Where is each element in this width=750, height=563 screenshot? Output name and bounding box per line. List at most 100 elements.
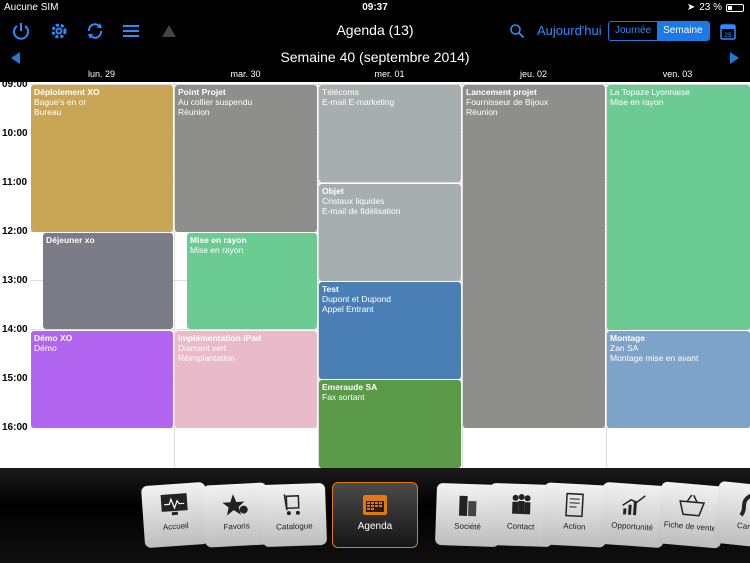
event-detail: Dupont et Dupond xyxy=(322,294,391,304)
dock-item-label: Agenda xyxy=(357,521,393,532)
week-calendar-grid: 09:00 10:00 11:00 12:00 13:00 14:00 15:0… xyxy=(0,82,750,468)
monitor-icon xyxy=(158,491,190,519)
event-title: Objet xyxy=(322,186,344,196)
event-detail: Cristaux liquides xyxy=(322,196,385,206)
calendar-event[interactable]: Emeraude SA Fax sortant xyxy=(319,380,461,468)
event-detail: Réimplantation xyxy=(178,353,235,363)
event-title: Déploiement XO xyxy=(34,87,100,97)
hour-label: 13:00 xyxy=(2,275,28,286)
bottom-dock: Accueil Favoris Catalogue Agenda Société… xyxy=(0,468,750,563)
event-detail: Fournisseur de Bijoux xyxy=(466,97,549,107)
battery-label: 23 % xyxy=(699,2,722,13)
today-button[interactable]: Aujourd'hui xyxy=(537,23,602,38)
hour-label: 11:00 xyxy=(2,177,28,188)
calendar-event[interactable]: La Topaze Lyonnaise Mise en rayon xyxy=(607,85,750,330)
star-icon xyxy=(220,491,251,519)
day-label: mar. 30 xyxy=(230,69,261,79)
event-title: Mise en rayon xyxy=(190,235,247,245)
day-label: jeu. 02 xyxy=(519,69,548,79)
event-detail: E-mail E-marketing xyxy=(322,97,395,107)
event-title: Lancement projet xyxy=(466,87,537,97)
calendar-event[interactable]: Montage Zan SA Montage mise en avant xyxy=(607,331,750,428)
day-label: mer. 01 xyxy=(374,69,405,79)
dock-item-favoris[interactable]: Favoris xyxy=(202,482,270,548)
event-title: Test xyxy=(322,284,339,294)
cart-icon xyxy=(278,491,309,518)
people-icon xyxy=(506,491,537,518)
event-detail: Démo xyxy=(34,343,57,353)
status-bar: Aucune SIM 09:37 ➤ 23 % xyxy=(0,0,750,16)
dock-item-label: Fiche de vente xyxy=(663,519,717,534)
calendar-day-number: 25 xyxy=(724,32,732,39)
event-detail: Bague's en or xyxy=(34,97,87,107)
document-icon xyxy=(560,491,591,519)
dock-item-carte[interactable]: Carte xyxy=(712,480,750,550)
event-detail: Fax sortant xyxy=(322,392,365,402)
calendar-event[interactable]: Implémentation iPad Diamant vert Réimplant… xyxy=(175,331,317,428)
location-icon: ➤ xyxy=(686,2,696,13)
dock-item-agenda[interactable]: Agenda xyxy=(332,482,418,548)
calendar-event[interactable]: Lancement projet Fournisseur de Bijoux Réu… xyxy=(463,85,605,428)
day-label: lun. 29 xyxy=(87,69,116,79)
event-detail: Bureau xyxy=(34,107,62,117)
calendar-event[interactable]: Objet Cristaux liquides E-mail de fidélisa… xyxy=(319,184,461,281)
hour-label: 10:00 xyxy=(2,128,28,139)
dock-item-accueil[interactable]: Accueil xyxy=(140,481,210,549)
hour-label: 09:00 xyxy=(2,82,28,90)
dock-item-label: Catalogue xyxy=(276,521,313,532)
calendar-event[interactable]: Mise en rayon Mise en rayon xyxy=(187,233,317,329)
calendar-icon[interactable]: 25 xyxy=(717,20,739,42)
event-title: Déjeuner xo xyxy=(46,235,95,245)
event-detail: Réunion xyxy=(178,107,210,117)
event-title: La Topaze Lyonnaise xyxy=(610,87,690,97)
calendar-event[interactable]: Test Dupont et Dupond Appel Entrant xyxy=(319,282,461,379)
event-title: Montage xyxy=(610,333,645,343)
next-week-arrow-icon[interactable] xyxy=(730,52,739,64)
tab-week[interactable]: Semaine xyxy=(657,22,709,40)
calendar-event[interactable]: Déjeuner xo xyxy=(43,233,173,329)
event-title: Implémentation iPad xyxy=(178,333,262,343)
building-icon xyxy=(453,491,484,518)
event-detail: Réunion xyxy=(466,107,498,117)
hour-label: 16:00 xyxy=(2,422,28,433)
event-title: Démo XO xyxy=(34,333,73,343)
hour-label: 12:00 xyxy=(2,226,28,237)
event-title: Emeraude SA xyxy=(322,382,378,392)
event-detail: Appel Entrant xyxy=(322,304,374,314)
clock: 09:37 xyxy=(362,2,388,13)
dock-item-label: Carte xyxy=(736,520,750,532)
dock-item-label: Action xyxy=(563,521,586,532)
calendar-event[interactable]: Déploiement XO Bague's en or Bureau xyxy=(31,85,173,232)
road-icon xyxy=(733,491,750,520)
hour-label: 14:00 xyxy=(2,324,28,335)
event-detail: Montage mise en avant xyxy=(610,353,699,363)
day-header-row: lun. 29 mar. 30 mer. 01 jeu. 02 ven. 03 xyxy=(0,68,750,82)
event-detail: E-mail de fidélisation xyxy=(322,206,401,216)
event-detail: Mise en rayon xyxy=(190,245,244,255)
chart-icon xyxy=(618,491,650,519)
hour-label: 15:00 xyxy=(2,373,28,384)
calendar-event[interactable]: Démo XO Démo xyxy=(31,331,173,428)
tab-day[interactable]: Journée xyxy=(609,22,657,40)
dock-item-label: Favoris xyxy=(223,521,250,532)
toolbar: Agenda (13) Aujourd'hui Journée Semaine … xyxy=(0,16,750,46)
calendar-event[interactable]: Télécoms E-mail E-marketing xyxy=(319,85,461,182)
view-switcher: Journée Semaine xyxy=(608,21,710,41)
search-icon[interactable] xyxy=(506,20,528,42)
day-label: ven. 03 xyxy=(662,69,693,79)
calendar-event[interactable]: Point Projet Au collier suspendu Réunion xyxy=(175,85,317,232)
event-detail: Mise en rayon xyxy=(610,97,664,107)
dock-item-label: Opportunité xyxy=(611,520,654,533)
calendar-icon xyxy=(360,491,390,517)
event-detail: Zan SA xyxy=(610,343,639,353)
dock-item-label: Accueil xyxy=(162,521,189,532)
event-detail: Diamant vert xyxy=(178,343,227,353)
status-right: ➤ 23 % xyxy=(687,2,744,13)
week-title: Semaine 40 (septembre 2014) xyxy=(280,49,470,65)
dock-item-catalogue[interactable]: Catalogue xyxy=(260,482,328,548)
event-detail: Au collier suspendu xyxy=(178,97,253,107)
event-title: Télécoms xyxy=(322,87,359,97)
battery-icon xyxy=(726,3,744,12)
week-header: Semaine 40 (septembre 2014) xyxy=(0,46,750,68)
basket-icon xyxy=(676,491,708,520)
